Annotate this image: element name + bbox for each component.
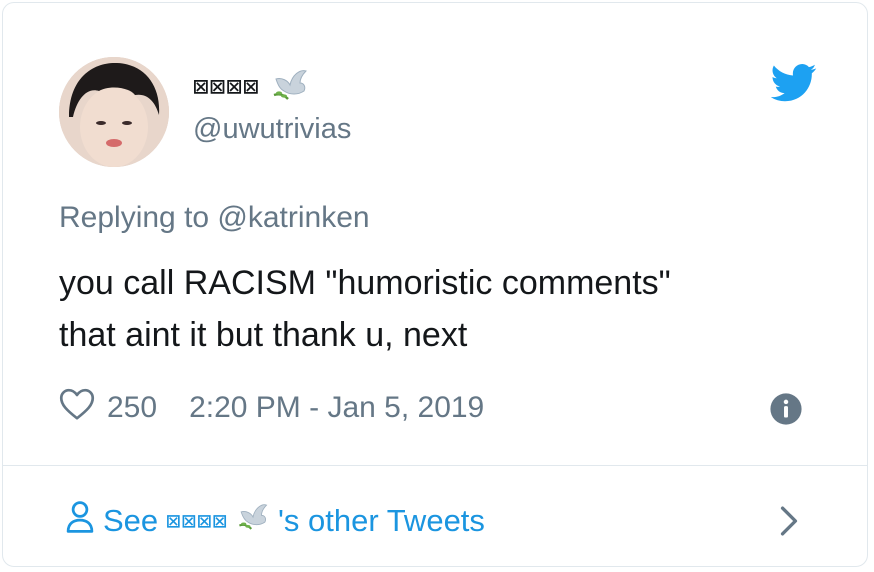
tweet-text-line: that aint it but thank u, next <box>59 316 468 354</box>
display-name-text: ⊠⊠⊠⊠ <box>193 72 260 102</box>
dove-emoji-icon <box>270 65 310 110</box>
replying-to[interactable]: Replying to @katrinken <box>59 201 370 235</box>
person-icon <box>65 499 95 543</box>
like-button[interactable]: 250 <box>59 387 157 429</box>
like-count: 250 <box>107 391 158 424</box>
tweet-card[interactable]: ⊠⊠⊠⊠ @uwutrivias Replying to @katrinken … <box>2 2 868 567</box>
dove-emoji-icon <box>236 500 270 542</box>
see-other-tweets-link[interactable]: See ⊠⊠⊠⊠ 's other Tweets <box>65 493 485 549</box>
timestamp[interactable]: 2:20 PM - Jan 5, 2019 <box>189 391 484 425</box>
tweet-text: you call RACISM "humoristic comments" th… <box>59 257 849 361</box>
info-icon[interactable] <box>769 392 803 426</box>
avatar[interactable] <box>59 57 169 167</box>
user-handle[interactable]: @uwutrivias <box>193 113 351 146</box>
twitter-bird-icon[interactable] <box>770 63 817 103</box>
footer-name: ⊠⊠⊠⊠ <box>166 507 228 535</box>
divider <box>3 465 867 466</box>
footer-prefix: See <box>103 503 159 538</box>
footer-suffix: 's other Tweets <box>277 503 485 538</box>
tweet-meta: 250 2:20 PM - Jan 5, 2019 <box>59 386 484 430</box>
chevron-right-icon[interactable] <box>775 503 803 539</box>
display-name[interactable]: ⊠⊠⊠⊠ <box>193 67 310 107</box>
heart-icon <box>59 387 95 429</box>
tweet-text-line: you call RACISM "humoristic comments" <box>59 264 671 302</box>
